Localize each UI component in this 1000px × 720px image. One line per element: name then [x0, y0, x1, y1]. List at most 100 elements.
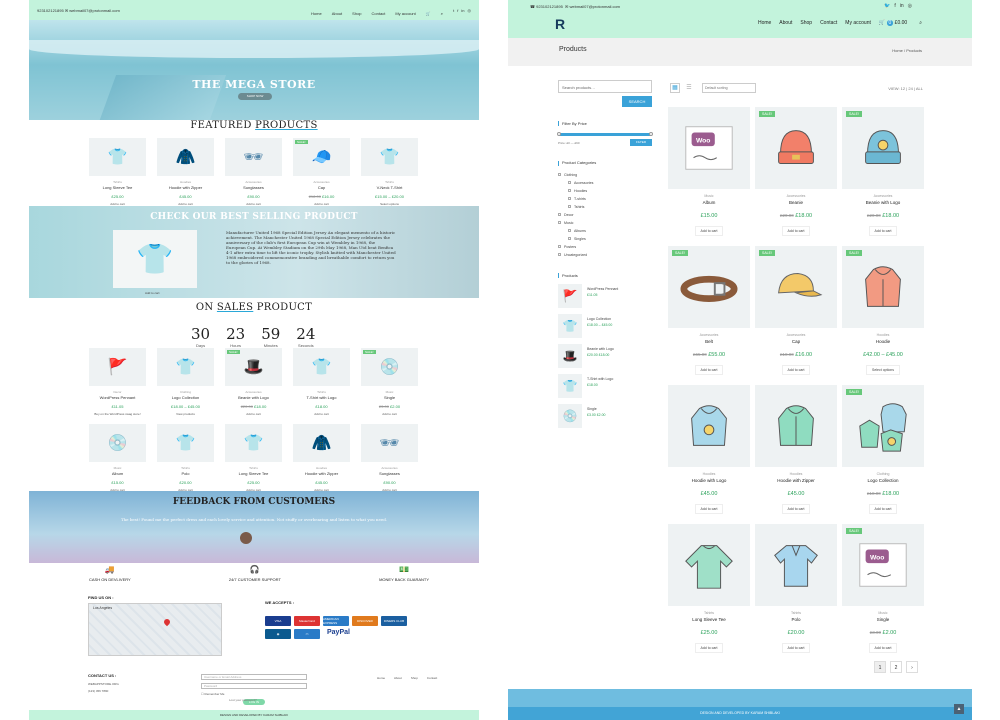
product-category[interactable]: Hoodies — [755, 472, 837, 476]
login-username-field[interactable]: Username or Email Address — [201, 674, 307, 680]
product-name[interactable]: Hoodie with Logo — [668, 478, 750, 483]
product-image[interactable]: SALE! — [842, 246, 924, 328]
search-button[interactable]: SEARCH — [622, 96, 652, 107]
category-checkbox[interactable] — [568, 237, 571, 241]
add-to-cart-button[interactable]: Add to cart — [781, 643, 811, 653]
footer-link-contact[interactable]: Contact — [427, 676, 437, 680]
product-image[interactable] — [668, 524, 750, 606]
category-item[interactable]: Tshirts — [558, 203, 652, 211]
search-icon[interactable]: ⌕ — [441, 11, 443, 16]
product-image[interactable]: 👕 — [225, 424, 282, 462]
add-to-cart-button[interactable]: Add to cart — [781, 226, 811, 236]
add-to-cart-button[interactable]: Add to cart — [694, 365, 724, 375]
product-image[interactable]: SALE! — [668, 246, 750, 328]
product-name[interactable]: Beanie with Logo — [225, 395, 282, 400]
product-name[interactable]: Sunglasses — [361, 471, 418, 476]
cart-link[interactable]: 🛒 0 £0.00 — [879, 20, 907, 26]
product-name[interactable]: Beanie with Logo — [842, 200, 924, 205]
next-page-button[interactable]: › — [906, 661, 918, 673]
product-name[interactable]: Logo Collection — [157, 395, 214, 400]
product-image[interactable]: 🕶 — [361, 424, 418, 462]
product-image[interactable]: SALE! — [755, 107, 837, 189]
category-item[interactable]: Hoodies — [558, 187, 652, 195]
add-to-cart-button[interactable]: Add to cart — [361, 412, 418, 416]
category-item[interactable]: Singles — [558, 235, 652, 243]
add-to-cart-button[interactable]: Add to cart — [694, 643, 724, 653]
category-item[interactable]: T-shirts — [558, 195, 652, 203]
product-image[interactable]: 🧥 — [157, 138, 214, 176]
product-category[interactable]: Accessories — [668, 333, 750, 337]
product-name[interactable]: Cap — [293, 185, 350, 190]
twitter-icon[interactable]: t — [453, 8, 454, 13]
widget-product[interactable]: 👕 T-Shirt with Logo £18.00 — [558, 374, 652, 399]
shop-now-button[interactable]: SHOP NOW — [238, 93, 272, 100]
nav-contact[interactable]: Contact — [820, 20, 837, 26]
product-category[interactable]: Tshirts — [668, 611, 750, 615]
list-view-icon[interactable]: ☰ — [684, 83, 694, 93]
product-name[interactable]: Album — [89, 471, 146, 476]
search-icon[interactable]: ⌕ — [919, 20, 922, 26]
footer-link-home[interactable]: Home — [377, 676, 385, 680]
product-name[interactable]: Hoodie with Zipper — [755, 478, 837, 483]
product-image[interactable]: 👕 — [157, 348, 214, 386]
product-image[interactable]: 👕 — [157, 424, 214, 462]
product-image[interactable]: 💿 — [89, 424, 146, 462]
add-to-cart-button[interactable]: Add to cart — [868, 504, 898, 514]
login-password-field[interactable]: Password — [201, 683, 307, 689]
product-name[interactable]: Long Sleeve Tee — [225, 471, 282, 476]
category-checkbox[interactable] — [558, 253, 561, 257]
location-map[interactable]: Los Angeles — [88, 603, 222, 656]
product-image[interactable]: 🧢 SALE! — [293, 138, 350, 176]
product-name[interactable]: WordPress Pennant — [89, 395, 146, 400]
product-image[interactable]: 🧥 — [293, 424, 350, 462]
product-name[interactable]: Polo — [157, 471, 214, 476]
product-name[interactable]: Album — [668, 200, 750, 205]
product-name[interactable]: V-Neck T-Shirt — [361, 185, 418, 190]
product-name[interactable]: Hoodie — [842, 339, 924, 344]
product-name[interactable]: Beanie — [755, 200, 837, 205]
linkedin-icon[interactable]: in — [461, 8, 464, 13]
category-checkbox[interactable] — [568, 197, 571, 201]
product-image[interactable]: Woo SALE! — [842, 524, 924, 606]
product-category[interactable]: Hoodies — [842, 333, 924, 337]
product-image[interactable]: 🚩 — [89, 348, 146, 386]
category-checkbox[interactable] — [558, 173, 561, 177]
instagram-icon[interactable]: ◎ — [908, 3, 912, 9]
facebook-icon[interactable]: f — [457, 8, 458, 13]
footer-link-shop[interactable]: Shop — [411, 676, 418, 680]
product-category[interactable]: Clothing — [842, 472, 924, 476]
product-image[interactable]: 💿 SALE! — [361, 348, 418, 386]
category-item[interactable]: Accessories — [558, 179, 652, 187]
product-image[interactable] — [755, 385, 837, 467]
home-social-icons[interactable]: t f in ◎ — [453, 8, 471, 13]
widget-product[interactable]: 👕 Logo Collection £18.00 – £45.00 — [558, 314, 652, 339]
widget-product[interactable]: 💿 Single £3.00 £2.00 — [558, 404, 652, 429]
product-name[interactable]: Long Sleeve Tee — [89, 185, 146, 190]
view-count-selector[interactable]: VIEW: 12 | 24 | ALL — [888, 86, 923, 91]
add-to-cart-button[interactable]: Select options — [866, 365, 900, 375]
product-name[interactable]: Sunglasses — [225, 185, 282, 190]
site-logo[interactable]: R — [555, 16, 565, 32]
facebook-icon[interactable]: f — [894, 3, 895, 9]
category-checkbox[interactable] — [568, 229, 571, 233]
add-to-cart-button[interactable]: Add to cart — [781, 504, 811, 514]
cart-icon[interactable]: 🛒 — [426, 11, 431, 16]
filter-button[interactable]: FILTER — [630, 139, 652, 147]
category-item[interactable]: Decor — [558, 211, 652, 219]
add-to-cart-button[interactable]: Add to cart — [293, 412, 350, 416]
product-image[interactable] — [668, 385, 750, 467]
widget-product[interactable]: 🎩 Beanie with Logo £20.00 £18.00 — [558, 344, 652, 369]
category-item[interactable]: Music — [558, 219, 652, 227]
category-item[interactable]: Clothing — [558, 171, 652, 179]
product-image[interactable]: 👕 — [293, 348, 350, 386]
product-name[interactable]: Single — [361, 395, 418, 400]
product-image[interactable]: SALE! — [755, 246, 837, 328]
home-nav-contact[interactable]: Contact — [372, 11, 386, 16]
product-name[interactable]: Belt — [668, 339, 750, 344]
product-name[interactable]: T-Shirt with Logo — [293, 395, 350, 400]
add-to-cart-button[interactable]: Add to cart — [694, 504, 724, 514]
product-category[interactable]: Music — [842, 611, 924, 615]
nav-my-account[interactable]: My account — [845, 20, 871, 26]
scroll-top-icon[interactable]: ▲ — [954, 704, 964, 714]
category-checkbox[interactable] — [568, 189, 571, 193]
